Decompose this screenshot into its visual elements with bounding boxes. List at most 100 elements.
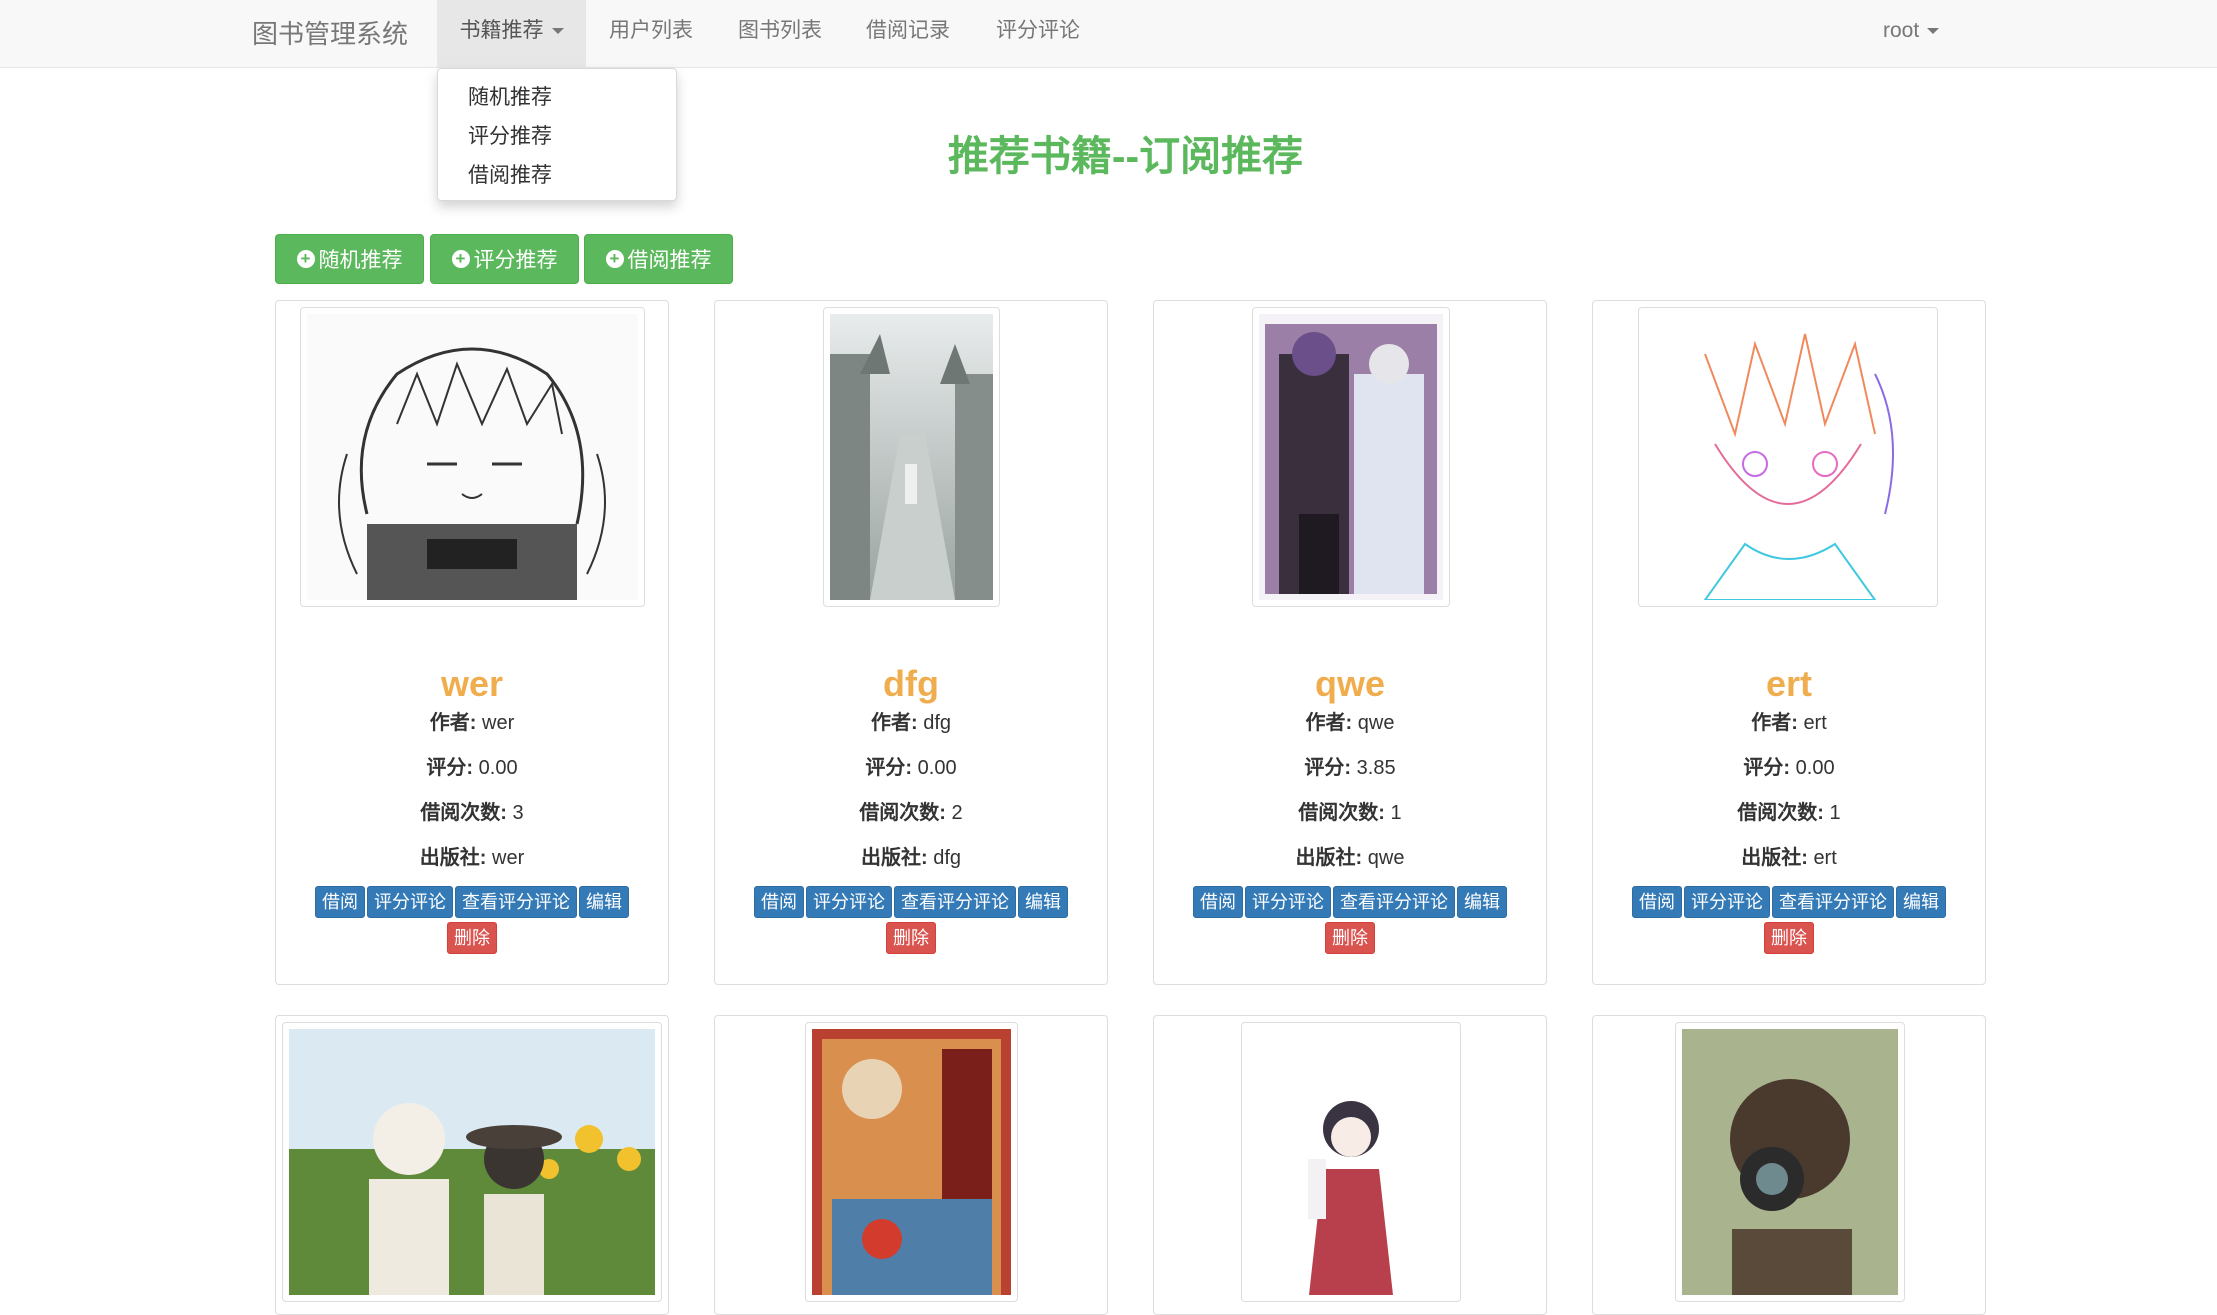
rating-value: 0.00 bbox=[917, 757, 957, 779]
author-value: wer bbox=[482, 712, 515, 734]
borrow-button[interactable]: 借阅 bbox=[315, 886, 365, 918]
nav-user-list[interactable]: 用户列表 bbox=[609, 0, 693, 68]
recommend-dropdown-menu: 随机推荐 评分推荐 借阅推荐 bbox=[437, 68, 677, 201]
book-title: dfg bbox=[883, 663, 939, 704]
edit-button[interactable]: 编辑 bbox=[1896, 886, 1946, 918]
publisher-label: 出版社: bbox=[1741, 847, 1808, 869]
borrow-count-label: 借阅次数: bbox=[1737, 802, 1824, 824]
author-value: dfg bbox=[923, 712, 952, 734]
book-rating: 评分: 0.00 bbox=[1593, 751, 1985, 780]
brand-title[interactable]: 图书管理系统 bbox=[252, 14, 408, 51]
author-label: 作者: bbox=[1305, 712, 1353, 734]
nav-book-recommend-label: 书籍推荐 bbox=[459, 19, 544, 42]
book-cover-image bbox=[1252, 307, 1450, 607]
page-title: 推荐书籍--订阅推荐 bbox=[947, 133, 1304, 179]
random-recommend-button[interactable]: + 随机推荐 bbox=[275, 234, 424, 284]
book-title: wer bbox=[440, 663, 504, 704]
rating-label: 评分: bbox=[426, 757, 474, 779]
book-card: ert 作者: ert 评分: 0.00 借阅次数: 1 出版社: ert 借阅… bbox=[1592, 300, 1986, 985]
book-publisher: 出版社: dfg bbox=[715, 841, 1107, 870]
book-card: wer 作者: wer 评分: 0.00 借阅次数: 3 出版社: wer 借阅… bbox=[275, 300, 669, 985]
borrow-count-value: 1 bbox=[1390, 802, 1402, 824]
camera-girl-illustration bbox=[1682, 1029, 1898, 1295]
book-card: qwe 作者: qwe 评分: 3.85 借阅次数: 1 出版社: qwe 借阅… bbox=[1153, 300, 1547, 985]
rating-value: 0.00 bbox=[478, 757, 518, 779]
rate-button[interactable]: 评分评论 bbox=[367, 886, 453, 918]
nav-book-recommend[interactable]: 书籍推荐 bbox=[437, 0, 586, 68]
borrow-count-label: 借阅次数: bbox=[1298, 802, 1385, 824]
dropdown-item-rating[interactable]: 评分推荐 bbox=[468, 120, 552, 150]
random-recommend-label: 随机推荐 bbox=[318, 249, 403, 272]
card-actions: 借阅 评分评论 查看评分评论 编辑删除 bbox=[1593, 886, 1985, 958]
nav-borrow-records[interactable]: 借阅记录 bbox=[866, 0, 950, 68]
delete-button[interactable]: 删除 bbox=[1325, 922, 1375, 954]
nav-book-list[interactable]: 图书列表 bbox=[738, 0, 822, 68]
book-card bbox=[275, 1015, 669, 1315]
color-line-sketch-illustration bbox=[1645, 314, 1931, 600]
rating-value: 3.85 bbox=[1356, 757, 1396, 779]
girl-red-coat-illustration bbox=[1248, 1029, 1454, 1295]
rating-recommend-button[interactable]: + 评分推荐 bbox=[430, 234, 579, 284]
view-reviews-button[interactable]: 查看评分评论 bbox=[894, 886, 1016, 918]
borrow-count-value: 1 bbox=[1829, 802, 1841, 824]
book-publisher: 出版社: qwe bbox=[1154, 841, 1546, 870]
manga-cover-illustration bbox=[812, 1029, 1011, 1295]
borrow-count-value: 3 bbox=[512, 802, 524, 824]
delete-button[interactable]: 删除 bbox=[447, 922, 497, 954]
book-cover-image bbox=[300, 307, 645, 607]
book-borrow-count: 借阅次数: 2 bbox=[715, 796, 1107, 825]
book-publisher: 出版社: wer bbox=[276, 841, 668, 870]
book-card bbox=[714, 1015, 1108, 1315]
card-actions: 借阅 评分评论 查看评分评论 编辑删除 bbox=[715, 886, 1107, 958]
rate-button[interactable]: 评分评论 bbox=[806, 886, 892, 918]
rating-recommend-label: 评分推荐 bbox=[473, 249, 558, 272]
book-cover-image bbox=[1638, 307, 1938, 607]
publisher-label: 出版社: bbox=[1295, 847, 1363, 869]
delete-button[interactable]: 删除 bbox=[886, 922, 936, 954]
book-rating: 评分: 0.00 bbox=[715, 751, 1107, 780]
plus-circle-icon: + bbox=[451, 250, 470, 268]
borrow-button[interactable]: 借阅 bbox=[1632, 886, 1682, 918]
card-actions: 借阅 评分评论 查看评分评论 编辑删除 bbox=[1154, 886, 1546, 958]
book-card: dfg 作者: dfg 评分: 0.00 借阅次数: 2 出版社: dfg 借阅… bbox=[714, 300, 1108, 985]
book-author: 作者: ert bbox=[1593, 706, 1985, 735]
manga-sketch-illustration bbox=[307, 314, 638, 600]
borrow-button[interactable]: 借阅 bbox=[1193, 886, 1243, 918]
view-reviews-button[interactable]: 查看评分评论 bbox=[1333, 886, 1455, 918]
plus-circle-icon: + bbox=[605, 250, 624, 268]
edit-button[interactable]: 编辑 bbox=[1457, 886, 1507, 918]
borrow-recommend-button[interactable]: + 借阅推荐 bbox=[584, 234, 733, 284]
book-rating: 评分: 3.85 bbox=[1154, 751, 1546, 780]
publisher-value: dfg bbox=[933, 847, 962, 869]
nav-ratings-reviews[interactable]: 评分评论 bbox=[996, 0, 1080, 68]
caret-down-icon bbox=[1927, 28, 1940, 35]
delete-button[interactable]: 删除 bbox=[1764, 922, 1814, 954]
borrow-recommend-label: 借阅推荐 bbox=[627, 249, 712, 272]
edit-button[interactable]: 编辑 bbox=[1018, 886, 1068, 918]
edit-button[interactable]: 编辑 bbox=[579, 886, 629, 918]
sunflower-field-illustration bbox=[289, 1029, 655, 1295]
book-title: ert bbox=[1765, 663, 1813, 704]
card-actions: 借阅 评分评论 查看评分评论 编辑删除 bbox=[276, 886, 668, 958]
user-name: root bbox=[1883, 19, 1920, 42]
dropdown-item-borrow[interactable]: 借阅推荐 bbox=[468, 159, 552, 189]
book-cover-image bbox=[805, 1022, 1018, 1302]
author-label: 作者: bbox=[870, 712, 918, 734]
book-title: qwe bbox=[1314, 663, 1385, 704]
author-label: 作者: bbox=[429, 712, 477, 734]
user-menu[interactable]: root bbox=[1883, 0, 1940, 68]
rating-value: 0.00 bbox=[1795, 757, 1835, 779]
rate-button[interactable]: 评分评论 bbox=[1245, 886, 1331, 918]
rating-label: 评分: bbox=[1743, 757, 1791, 779]
book-author: 作者: dfg bbox=[715, 706, 1107, 735]
two-characters-illustration bbox=[1259, 314, 1443, 600]
dropdown-item-random[interactable]: 随机推荐 bbox=[468, 81, 552, 111]
view-reviews-button[interactable]: 查看评分评论 bbox=[1772, 886, 1894, 918]
navbar: 图书管理系统 书籍推荐 用户列表 图书列表 借阅记录 评分评论 root bbox=[0, 0, 2217, 68]
borrow-count-label: 借阅次数: bbox=[420, 802, 507, 824]
publisher-label: 出版社: bbox=[419, 847, 487, 869]
view-reviews-button[interactable]: 查看评分评论 bbox=[455, 886, 577, 918]
rating-label: 评分: bbox=[865, 757, 913, 779]
rate-button[interactable]: 评分评论 bbox=[1684, 886, 1770, 918]
borrow-button[interactable]: 借阅 bbox=[754, 886, 804, 918]
